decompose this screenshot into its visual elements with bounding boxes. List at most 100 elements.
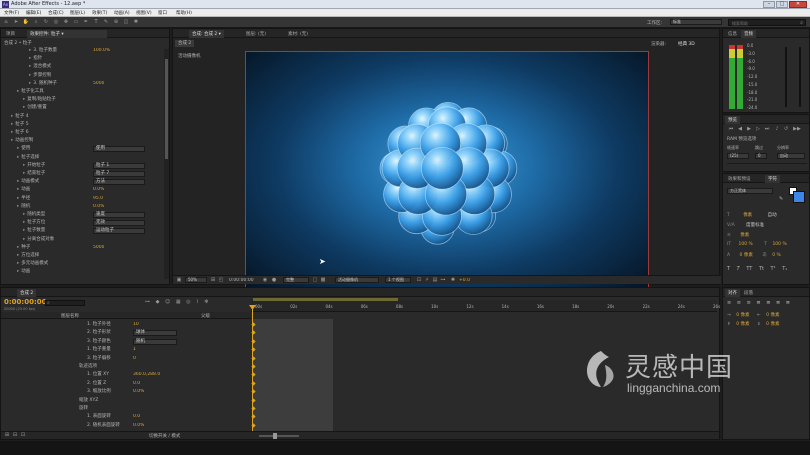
faux-bold-button[interactable]: T bbox=[727, 266, 730, 272]
space-before-value[interactable]: 0 像素 bbox=[736, 322, 749, 327]
timeline-row-value[interactable]: 0.0 bbox=[133, 381, 140, 386]
effect-row[interactable]: ▸ 粒子 6 bbox=[11, 129, 29, 136]
timeline-row-dropdown[interactable]: 球体 bbox=[133, 330, 177, 337]
effect-row[interactable]: ▸ 结束粒子 bbox=[23, 170, 45, 177]
tab-composition[interactable]: 合成: 合成 2 ▾ bbox=[189, 30, 224, 38]
timeline-row-value[interactable]: 360.0,288.0 bbox=[133, 372, 160, 377]
effect-row[interactable]: ▸ 使用 bbox=[17, 145, 30, 152]
last-frame-icon[interactable]: ⏭ bbox=[763, 126, 771, 133]
column-layer-name[interactable]: 图层名称 bbox=[61, 313, 79, 319]
disclosure-triangle-icon[interactable]: ▸ bbox=[17, 261, 19, 266]
menu-composition[interactable]: 合成(C) bbox=[48, 10, 64, 16]
timeline-row[interactable]: 2. 随机表面旋转 bbox=[87, 422, 120, 429]
disclosure-triangle-icon[interactable]: ▸ bbox=[23, 163, 25, 168]
tab-paragraph[interactable]: 段落 bbox=[741, 289, 756, 297]
zoom-select[interactable]: 50% bbox=[185, 277, 207, 283]
toggle-switches-modes[interactable]: 切换开关 / 模式 bbox=[149, 433, 180, 439]
indent-right-value[interactable]: 0 像素 bbox=[766, 313, 779, 318]
horizontal-scale-value[interactable]: 100 % bbox=[772, 242, 786, 247]
menu-animation[interactable]: 动画(A) bbox=[114, 10, 130, 16]
disclosure-triangle-icon[interactable]: ▸ bbox=[23, 212, 25, 217]
roi-icon[interactable]: ▢ bbox=[311, 277, 319, 284]
pen-tool-icon[interactable]: ✒ bbox=[82, 19, 90, 26]
stroke-color-swatch[interactable] bbox=[793, 191, 805, 203]
color-channel-icon[interactable]: ● bbox=[270, 277, 278, 284]
effect-row[interactable]: ▸ 开始粒子 bbox=[23, 162, 45, 169]
zoom-slider[interactable] bbox=[259, 433, 299, 439]
superscript-button[interactable]: T¹ bbox=[771, 266, 776, 272]
effect-row-dropdown[interactable]: 方法 bbox=[93, 179, 145, 186]
tab-effect-controls[interactable]: 效果控件: 粒子 ▾ bbox=[27, 30, 107, 38]
search-help-input[interactable]: 搜索帮助 ⌕ bbox=[728, 19, 806, 26]
effect-row[interactable]: ▸ 动画模式 bbox=[17, 178, 39, 185]
disclosure-triangle-icon[interactable]: ▸ bbox=[17, 187, 19, 192]
timeline-row-value[interactable]: 1 bbox=[133, 347, 136, 352]
eyedropper-icon[interactable]: ✎ bbox=[779, 196, 783, 202]
disclosure-triangle-icon[interactable]: ▸ bbox=[17, 253, 19, 258]
timeline-timecode[interactable]: 0:00:00:00 bbox=[4, 298, 47, 306]
views-select[interactable]: 1 个视图 bbox=[385, 277, 411, 283]
effect-row[interactable]: ▸ 粒子 5 bbox=[11, 121, 29, 128]
column-parent[interactable]: 父级 bbox=[201, 313, 210, 319]
safe-zones-icon[interactable]: ⊞ bbox=[209, 277, 217, 284]
expand-in-out-icon[interactable]: ⊟ bbox=[11, 432, 19, 439]
effect-row[interactable]: ▸ 3. 随机种子 bbox=[29, 80, 57, 87]
disclosure-triangle-icon[interactable]: ▸ bbox=[17, 269, 19, 274]
effect-row-value[interactable]: 0.0% bbox=[93, 187, 104, 192]
align-right-icon[interactable]: ≡ bbox=[747, 300, 751, 306]
effect-row[interactable]: ▸ 种子 bbox=[17, 244, 30, 251]
effect-row-value[interactable]: 95.0 bbox=[93, 196, 103, 201]
disclosure-triangle-icon[interactable]: ▸ bbox=[11, 114, 13, 119]
menu-effect[interactable]: 效果(T) bbox=[92, 10, 107, 16]
indent-left-value[interactable]: 0 像素 bbox=[736, 313, 749, 318]
exposure-value[interactable]: +0.0 bbox=[459, 278, 470, 283]
effect-row-value[interactable]: 0.0% bbox=[93, 204, 104, 209]
maximize-button[interactable]: □ bbox=[776, 1, 788, 8]
effect-row[interactable]: ▸ 动画 bbox=[17, 268, 30, 275]
menu-edit[interactable]: 编辑(E) bbox=[26, 10, 41, 16]
effect-row-dropdown[interactable]: 无效 bbox=[93, 220, 145, 227]
comp-flowchart-icon[interactable]: ⊶ bbox=[145, 299, 150, 305]
disclosure-triangle-icon[interactable]: ▸ bbox=[23, 105, 25, 110]
tab-character[interactable]: 字符 bbox=[765, 175, 780, 183]
always-preview-icon[interactable]: ▣ bbox=[175, 277, 183, 284]
home-icon[interactable]: ⌂ bbox=[2, 19, 10, 26]
effect-row[interactable]: ▸ 方位选择 bbox=[17, 252, 39, 259]
align-center-icon[interactable]: ≡ bbox=[737, 300, 741, 306]
disclosure-triangle-icon[interactable]: ▸ bbox=[17, 204, 19, 209]
camera-tool-icon[interactable]: ◎ bbox=[52, 19, 60, 26]
effect-row[interactable]: ▸ 复制/粘贴粒子 bbox=[23, 96, 56, 103]
timeline-row[interactable]: 1. 位置 XY bbox=[87, 371, 109, 378]
ram-preview-icon[interactable]: ▶▶ bbox=[793, 126, 801, 133]
effect-row[interactable]: ▸ 步骤控制 bbox=[29, 72, 51, 79]
justify-center-icon[interactable]: ≣ bbox=[766, 300, 770, 306]
effect-row-value[interactable]: 5000 bbox=[93, 245, 104, 250]
tab-timeline-comp[interactable]: 合成 2 bbox=[17, 289, 37, 297]
brainstorm-icon[interactable]: ✻ bbox=[204, 299, 208, 305]
timeline-row-value[interactable]: 0.0 bbox=[133, 414, 140, 419]
exposure-icon[interactable]: ✺ bbox=[449, 277, 457, 284]
effect-row[interactable]: ▸ 随机 bbox=[17, 203, 30, 210]
timeline-row[interactable]: 3. 粒子颜色 bbox=[87, 338, 111, 345]
timeline-row[interactable]: 2. 位置 Z bbox=[87, 380, 106, 387]
disclosure-triangle-icon[interactable]: ▸ bbox=[23, 237, 25, 242]
camera-select[interactable]: 活动摄像机 bbox=[335, 277, 379, 283]
tab-footage[interactable]: 素材: (无) bbox=[285, 30, 311, 38]
timeline-search-input[interactable]: ⌕ bbox=[45, 300, 85, 306]
frame-rate-select[interactable]: (25) bbox=[727, 153, 749, 159]
baseline-value[interactable]: 0 像素 bbox=[740, 253, 753, 258]
disclosure-triangle-icon[interactable]: ▸ bbox=[29, 48, 31, 53]
disclosure-triangle-icon[interactable]: ▸ bbox=[29, 81, 31, 86]
snapshot-icon[interactable]: ◉ bbox=[261, 277, 269, 284]
effect-row-value[interactable]: 5000 bbox=[93, 81, 104, 86]
effect-row-dropdown[interactable]: 粒子 7 bbox=[93, 171, 145, 177]
vertical-scale-value[interactable]: 100 % bbox=[739, 242, 753, 247]
disclosure-triangle-icon[interactable]: ▸ bbox=[11, 122, 13, 127]
effect-row[interactable]: ▸ 半径 bbox=[17, 195, 30, 202]
timeline-row-value[interactable]: 0.0% bbox=[133, 423, 144, 428]
zoom-slider-thumb[interactable] bbox=[273, 433, 277, 439]
menu-layer[interactable]: 图层(L) bbox=[70, 10, 85, 16]
timeline-row[interactable]: 1. 粒子重量 bbox=[87, 346, 111, 353]
faux-italic-button[interactable]: T bbox=[737, 266, 740, 272]
disclosure-triangle-icon[interactable]: ▸ bbox=[23, 220, 25, 225]
